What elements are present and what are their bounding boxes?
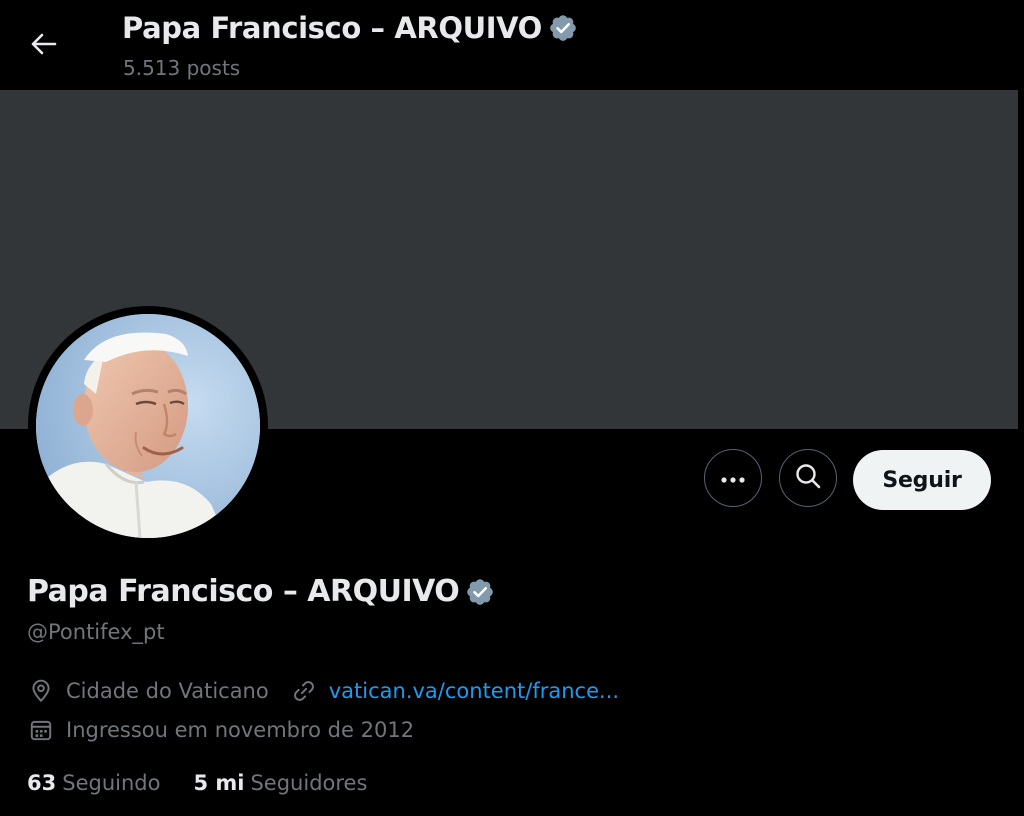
location-row: Cidade do Vaticano vatican.va/content/fr… [28,678,619,704]
location-text: Cidade do Vaticano [66,679,269,703]
profile-page: Papa Francisco – ARQUIVO 5.513 posts Seg… [0,0,1024,816]
link-icon [291,678,317,704]
website-link[interactable]: vatican.va/content/france... [291,678,619,704]
profile-handle: @Pontifex_pt [27,620,165,644]
header-title: Papa Francisco – ARQUIVO [122,11,542,45]
joined-text: Ingressou em novembro de 2012 [66,718,415,742]
location-pin-icon [28,678,54,704]
verified-badge-icon[interactable] [465,577,495,607]
profile-name: Papa Francisco – ARQUIVO [27,574,460,609]
avatar[interactable] [36,314,260,538]
following-count: 63 [27,771,57,795]
header-title-row: Papa Francisco – ARQUIVO [122,11,578,45]
followers-count: 5 mi [193,771,245,795]
joined-row: Ingressou em novembro de 2012 [28,717,414,743]
verified-badge-icon [548,13,578,43]
follow-stats: 63 Seguindo 5 mi Seguidores [27,771,367,795]
back-button[interactable] [22,26,66,66]
following-label: Seguindo [62,771,161,795]
more-icon [720,469,746,488]
profile-name-row: Papa Francisco – ARQUIVO [27,574,495,609]
arrow-left-icon [31,33,57,59]
scroll-edge [1018,90,1024,816]
search-profile-button[interactable] [779,449,837,507]
more-button[interactable] [704,449,762,507]
posts-count: 5.513 posts [123,56,241,80]
top-header: Papa Francisco – ARQUIVO 5.513 posts [0,0,1024,90]
followers-link[interactable]: 5 mi Seguidores [193,771,367,795]
followers-label: Seguidores [250,771,368,795]
follow-button[interactable]: Seguir [853,450,991,510]
following-link[interactable]: 63 Seguindo [27,771,160,795]
avatar-ring [28,306,268,546]
calendar-icon [28,717,54,743]
search-icon [794,462,822,494]
website-link-text[interactable]: vatican.va/content/france... [329,679,619,703]
